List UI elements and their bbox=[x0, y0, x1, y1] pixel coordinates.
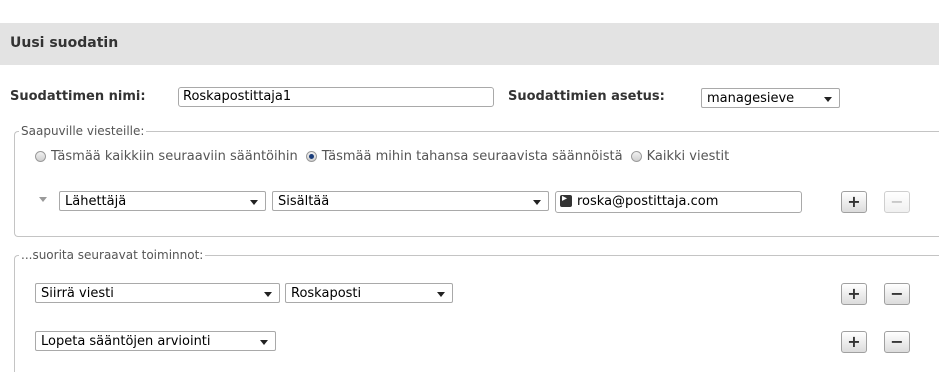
add-action-button[interactable]: + bbox=[841, 283, 867, 305]
match-all-messages-radio[interactable] bbox=[630, 151, 642, 162]
chevron-down-icon bbox=[824, 97, 832, 102]
action-folder-select[interactable]: Roskaposti bbox=[285, 283, 453, 303]
address-book-icon[interactable] bbox=[560, 192, 572, 207]
match-mode-radio-group: Täsmää kaikkiin seuraaviin sääntöihin Tä… bbox=[35, 149, 737, 164]
chevron-down-icon bbox=[250, 200, 258, 205]
remove-action-button[interactable]: − bbox=[884, 283, 910, 305]
rule-operator-value: Sisältää bbox=[278, 194, 330, 209]
chevron-down-icon bbox=[264, 292, 272, 297]
incoming-rules-fieldset bbox=[14, 131, 939, 237]
remove-action-button[interactable]: − bbox=[884, 331, 910, 353]
rule-header-value: Lähettäjä bbox=[65, 194, 127, 209]
action-type-value: Lopeta sääntöjen arviointi bbox=[41, 334, 211, 349]
filter-set-value: managesieve bbox=[707, 91, 795, 106]
chevron-down-icon bbox=[533, 200, 541, 205]
filter-set-label: Suodattimien asetus: bbox=[508, 89, 665, 104]
match-any-radio[interactable] bbox=[305, 151, 317, 162]
add-rule-button[interactable]: + bbox=[841, 191, 867, 213]
action-type-select[interactable]: Siirrä viesti bbox=[35, 283, 280, 303]
remove-rule-button[interactable]: − bbox=[884, 191, 910, 213]
actions-fieldset bbox=[14, 255, 939, 372]
chevron-down-icon bbox=[437, 292, 445, 297]
match-all-radio[interactable] bbox=[35, 151, 46, 162]
chevron-down-icon bbox=[260, 340, 268, 345]
incoming-rules-legend: Saapuville viesteille: bbox=[19, 124, 147, 138]
filter-name-label: Suodattimen nimi: bbox=[10, 89, 146, 104]
action-type-select[interactable]: Lopeta sääntöjen arviointi bbox=[35, 331, 276, 351]
rule-operator-select[interactable]: Sisältää bbox=[272, 191, 549, 211]
rule-value-input[interactable]: roska@postittaja.com bbox=[555, 191, 802, 213]
match-all-label[interactable]: Täsmää kaikkiin seuraaviin sääntöihin bbox=[51, 149, 298, 164]
add-action-button[interactable]: + bbox=[841, 331, 867, 353]
actions-legend: ...suorita seuraavat toiminnot: bbox=[19, 248, 206, 262]
match-any-label[interactable]: Täsmää mihin tahansa seuraavista säännöi… bbox=[322, 149, 623, 164]
filter-set-select[interactable]: managesieve bbox=[701, 88, 840, 108]
rule-collapse-icon[interactable] bbox=[39, 197, 47, 202]
action-folder-value: Roskaposti bbox=[291, 286, 362, 301]
filter-name-input[interactable]: Roskapostittaja1 bbox=[178, 87, 494, 107]
action-type-value: Siirrä viesti bbox=[41, 286, 114, 301]
page-title: Uusi suodatin bbox=[10, 35, 119, 51]
rule-value-text: roska@postittaja.com bbox=[577, 194, 719, 209]
match-all-messages-label[interactable]: Kaikki viestit bbox=[647, 149, 730, 164]
rule-header-select[interactable]: Lähettäjä bbox=[59, 191, 266, 211]
filter-header: Uusi suodatin bbox=[0, 23, 939, 65]
